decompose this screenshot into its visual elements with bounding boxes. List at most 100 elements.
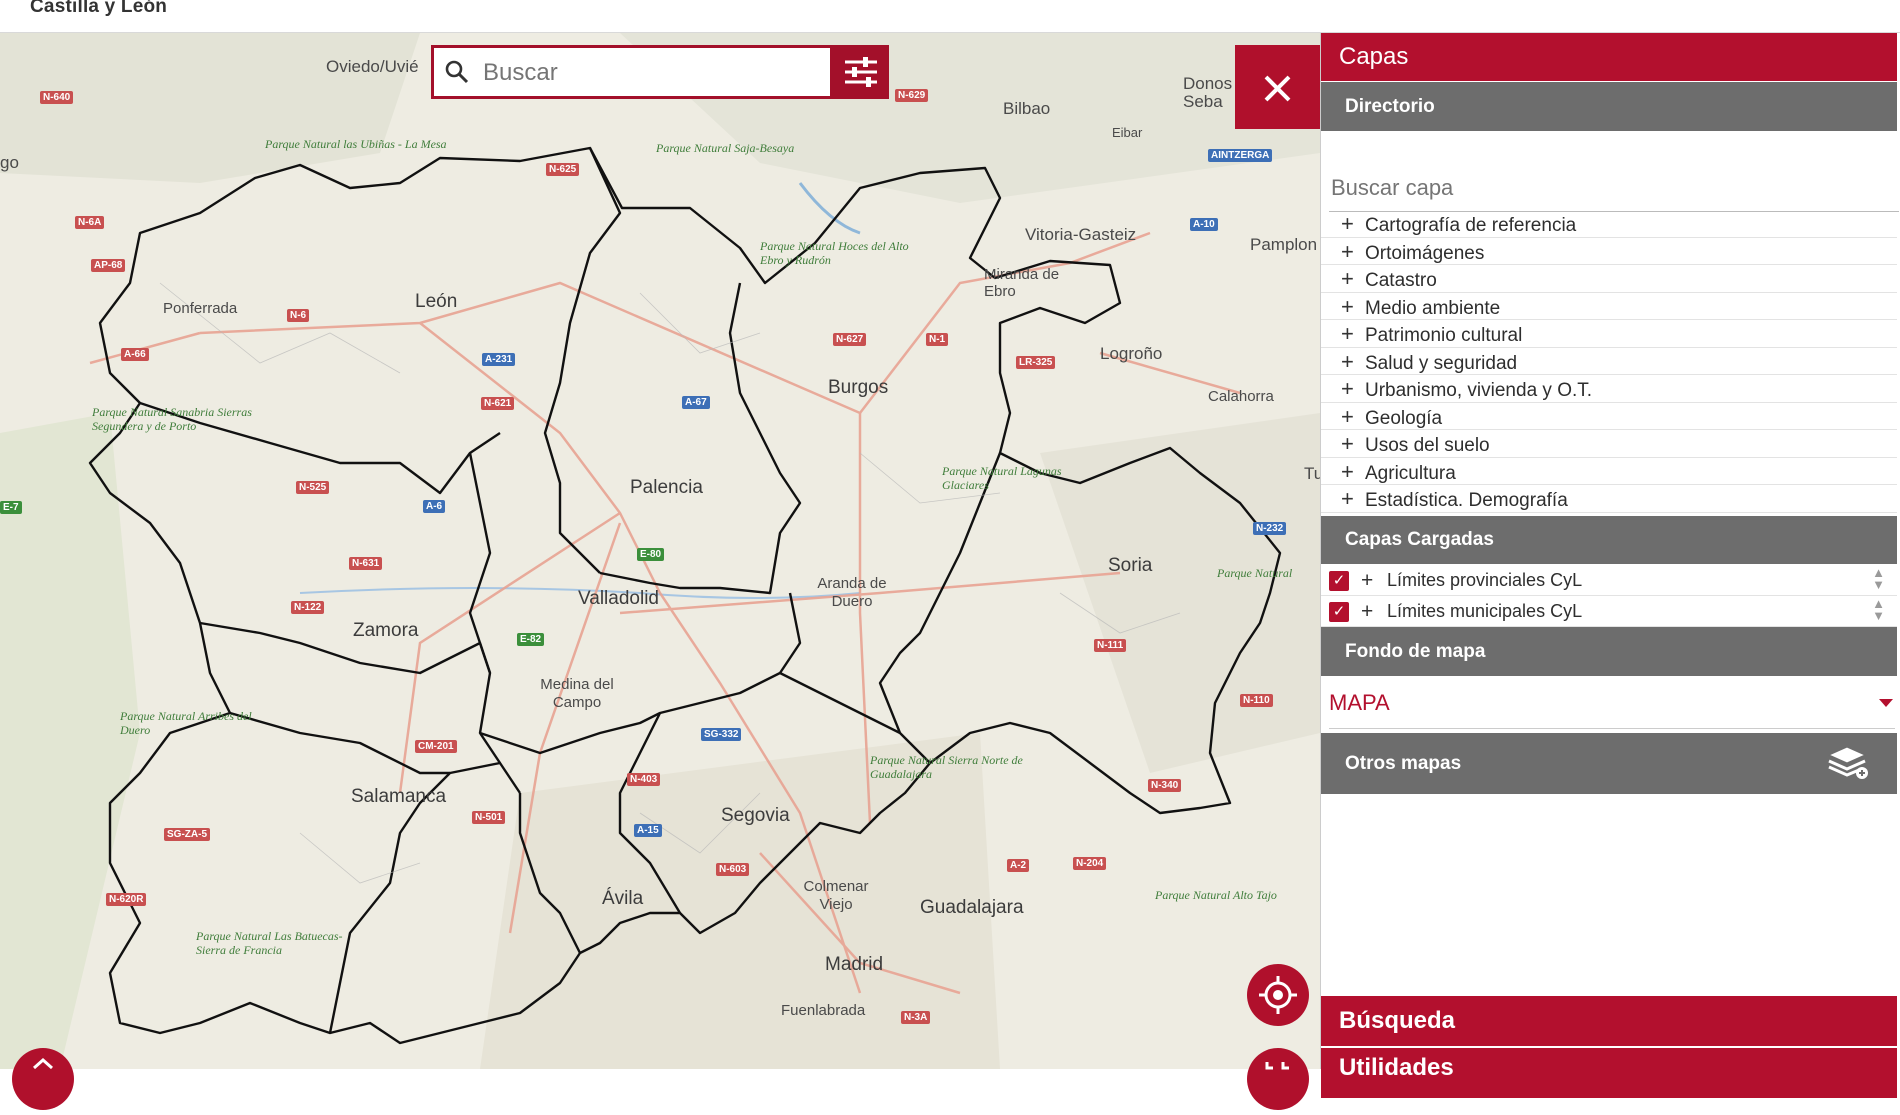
place-label: Medina del Campo [540,676,614,711]
plus-icon[interactable]: + [1341,430,1365,457]
search-icon [445,60,469,84]
road-shield: N-3A [901,1011,931,1024]
place-label: León [415,291,458,312]
road-shield: A-10 [1190,218,1218,231]
road-shield: A-6 [423,500,446,513]
caret-down-icon [1879,699,1893,707]
zoom-button[interactable] [12,1048,74,1110]
reorder-icon[interactable]: ▲ ▼ [1872,566,1885,591]
layer-name: Límites provinciales CyL [1387,570,1583,590]
plus-icon[interactable]: + [1341,485,1365,512]
park-label: Parque Natural las Ubiñas - La Mesa [265,137,447,151]
road-shield: N-627 [833,333,867,346]
road-shield: N-110 [1240,694,1273,707]
park-label: Parque Natural Sanabria Sierras Segunder… [92,405,252,433]
place-label: Calahorra [1208,388,1274,405]
road-shield: N-640 [40,91,74,104]
place-label: Pamplon [1250,235,1318,254]
park-label: Parque Natural Sierra Norte de Guadalaja… [870,753,1023,781]
road-shield: A-66 [121,348,149,361]
plus-icon[interactable]: + [1341,210,1365,237]
park-label: Parque Natural Hoces del Alto Ebro y Rud… [760,239,909,267]
place-label: Burgos [828,377,889,398]
place-label: Eibar [1112,125,1143,140]
place-label: Ponferrada [163,300,238,317]
category-item[interactable]: + Estadística. Demografía [1321,485,1897,513]
geolocate-button[interactable] [1247,964,1309,1026]
crosshair-icon [1259,976,1297,1014]
search-section-header[interactable]: Búsqueda [1321,996,1897,1046]
basemap-value: MAPA [1329,690,1390,715]
map-view[interactable]: Oviedo/Uvié Donos Seba Bilbao Eibar Vito… [0,33,1320,1069]
loaded-layers-list: ✓ + Límites provinciales CyL ▲ ▼ ✓ + Lími… [1321,565,1897,627]
category-item[interactable]: + Medio ambiente [1321,293,1897,320]
road-shield: N-6 [287,309,310,322]
category-item[interactable]: + Urbanismo, vivienda y O.T. [1321,375,1897,403]
close-panel-button[interactable] [1235,45,1320,129]
road-shield: N-629 [895,89,929,102]
category-item[interactable]: + Usos del suelo [1321,430,1897,458]
plus-icon[interactable]: + [1341,265,1365,292]
category-item[interactable]: + Ortoimágenes [1321,238,1897,265]
road-shield: A-15 [634,824,662,837]
plus-icon[interactable]: + [1341,375,1365,402]
category-item[interactable]: + Geología [1321,403,1897,430]
panel-title[interactable]: Capas [1321,33,1897,81]
place-label: Aranda de Duero [817,575,887,610]
road-shield: SG-332 [701,728,742,741]
plus-icon[interactable]: + [1341,403,1365,430]
plus-icon[interactable]: + [1341,238,1365,265]
category-item[interactable]: + Salud y seguridad [1321,348,1897,375]
place-label: Soria [1108,555,1153,576]
layer-name: Límites municipales CyL [1387,601,1583,621]
place-label: Valladolid [578,588,659,609]
other-maps-header[interactable]: Otros mapas [1321,733,1897,794]
directory-header[interactable]: Directorio [1321,82,1897,131]
category-item[interactable]: + Patrimonio cultural [1321,320,1897,348]
map-search-box [431,45,833,99]
plus-icon[interactable]: + [1341,348,1365,375]
close-icon [1264,75,1291,102]
road-shield: N-525 [296,481,330,494]
plus-icon[interactable]: + [1341,458,1365,485]
category-item[interactable]: + Catastro [1321,265,1897,293]
road-shield: SG-ZA-5 [164,828,210,841]
category-item[interactable]: + Cartografía de referencia [1321,210,1897,238]
reorder-icon[interactable]: ▲ ▼ [1872,597,1885,622]
layer-search-input[interactable] [1329,165,1899,212]
road-shield: N-603 [716,863,750,876]
road-shield: N-631 [349,557,383,570]
category-item[interactable]: + Agricultura [1321,458,1897,485]
road-shield: N-122 [291,601,325,614]
plus-icon[interactable]: + [1361,596,1373,627]
fullscreen-button[interactable] [1247,1048,1309,1110]
basemap-select[interactable]: MAPA [1329,678,1895,729]
road-shield: AP-68 [91,259,126,272]
place-label: Bilbao [1003,99,1051,118]
place-label: Palencia [630,477,703,498]
road-shield: N-621 [481,397,515,410]
plus-icon[interactable]: + [1341,320,1365,347]
road-shield: LR-325 [1016,356,1056,369]
park-label: Parque Natural Alto Tajo [1155,888,1277,902]
plus-icon[interactable]: + [1361,565,1373,596]
layer-checkbox[interactable]: ✓ [1329,571,1349,591]
road-shield: N-204 [1073,857,1107,870]
basemap-header[interactable]: Fondo de mapa [1321,627,1897,676]
map-search-input[interactable] [481,48,815,98]
brand-title: Castilla y León [30,0,168,17]
chevron-up-icon [33,1057,53,1070]
road-shield: A-231 [482,353,516,366]
layer-checkbox[interactable]: ✓ [1329,602,1349,622]
road-shield: N-111 [1094,639,1127,652]
loaded-layers-header[interactable]: Capas Cargadas [1321,516,1897,564]
road-shield: N-403 [627,773,661,786]
plus-icon[interactable]: + [1341,293,1365,320]
road-shield: E-7 [0,501,22,514]
other-maps-label: Otros mapas [1345,753,1462,774]
place-label: Guadalajara [920,897,1024,918]
utilities-section-header[interactable]: Utilidades [1321,1048,1897,1098]
road-shield: A-67 [682,396,710,409]
sliders-icon [845,57,877,87]
search-filter-button[interactable] [833,45,889,99]
